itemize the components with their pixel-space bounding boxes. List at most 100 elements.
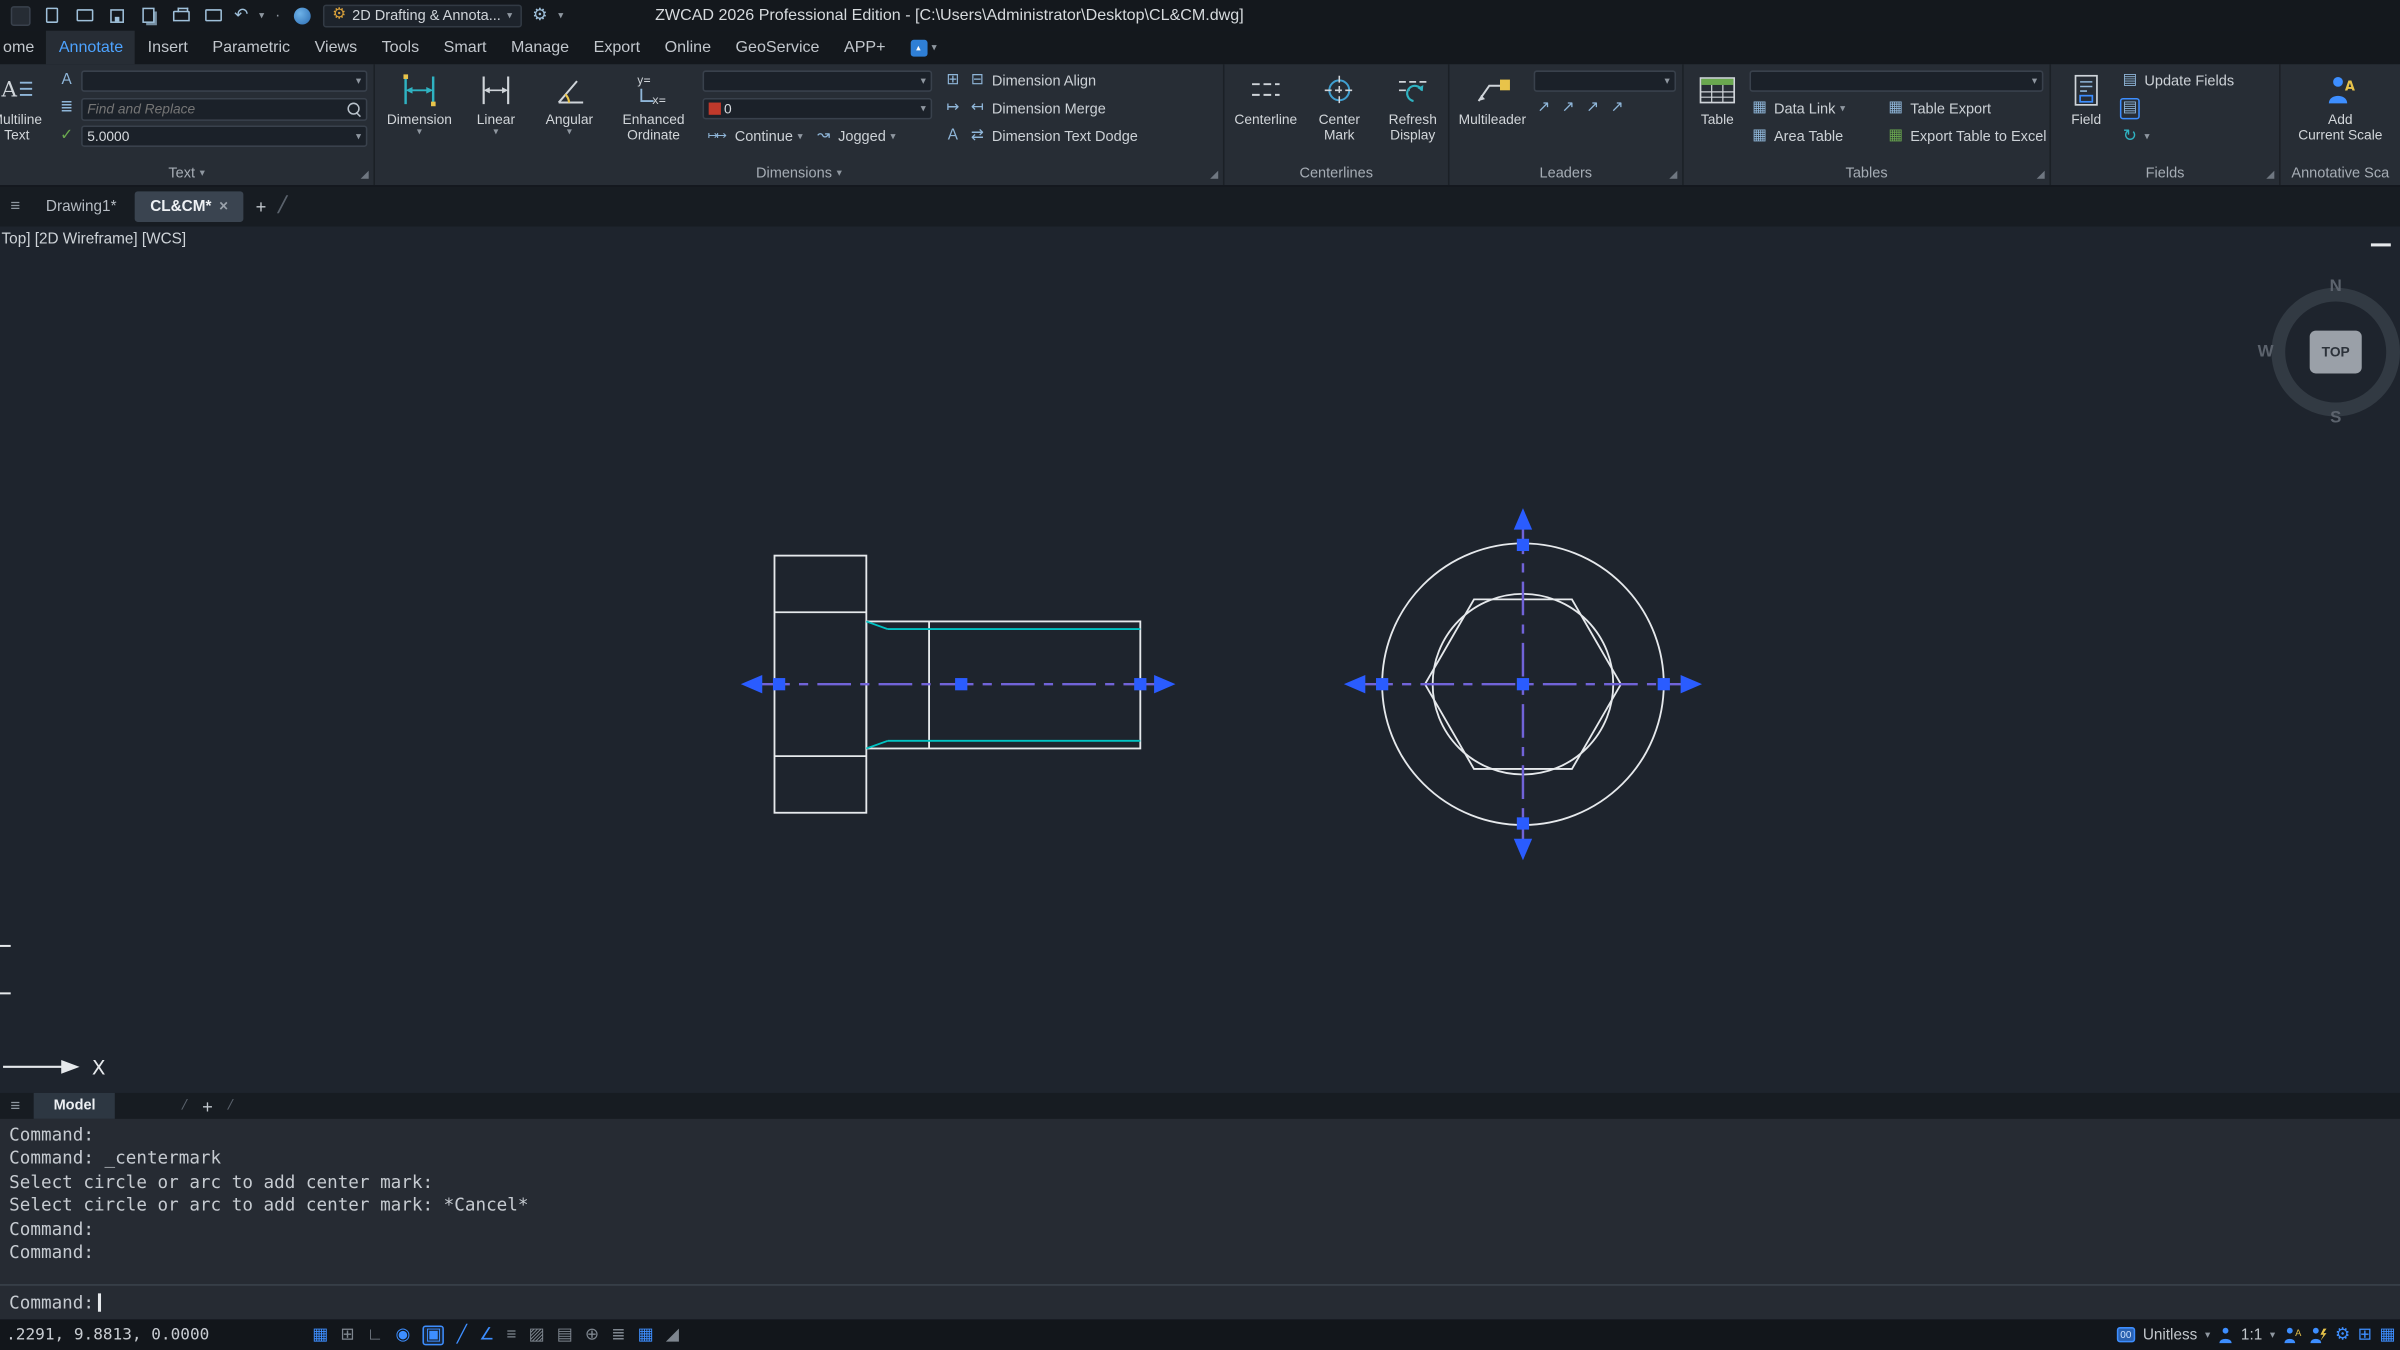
new-file-button[interactable]: [41, 5, 62, 26]
table-button[interactable]: Table: [1690, 67, 1745, 162]
dimension-text-dodge-button[interactable]: A ⇄ Dimension Text Dodge: [943, 124, 1217, 148]
new-layout-button[interactable]: +: [202, 1095, 213, 1116]
panel-launcher-icon[interactable]: ◢: [361, 170, 369, 181]
dimension-align-button[interactable]: ⊞ ⊟ Dimension Align: [943, 69, 1217, 93]
field-display-icon[interactable]: ▤: [2120, 98, 2140, 119]
annotation-monitor-icon[interactable]: ⊕: [585, 1326, 599, 1343]
centerlines-selected[interactable]: [756, 520, 1687, 848]
tab-tools[interactable]: Tools: [369, 31, 431, 65]
object-snap-tracking-icon[interactable]: ╱: [457, 1326, 467, 1343]
panel-label-fields[interactable]: Fields: [2051, 162, 2279, 185]
data-link-button[interactable]: ▦ Data Link ▾: [1749, 100, 1881, 117]
polar-tracking-icon[interactable]: ◉: [396, 1326, 411, 1343]
field-button[interactable]: Field: [2057, 67, 2115, 162]
collect-leaders-icon[interactable]: ↗: [1607, 101, 1627, 116]
multileader-button[interactable]: Multileader: [1456, 67, 1529, 162]
tab-export[interactable]: Export: [581, 31, 652, 65]
panel-launcher-icon[interactable]: ◢: [1210, 170, 1218, 181]
tab-smart[interactable]: Smart: [431, 31, 498, 65]
panel-label-centerlines[interactable]: Centerlines: [1224, 162, 1447, 185]
text-style-icon[interactable]: A: [57, 73, 77, 88]
jogged-label[interactable]: Jogged: [838, 128, 886, 145]
table-export-button[interactable]: ▦ Table Export: [1886, 100, 1991, 117]
find-replace-input[interactable]: [87, 101, 347, 116]
app-menu-button[interactable]: [9, 5, 30, 26]
status-settings-gear-icon[interactable]: ⚙: [2335, 1326, 2350, 1343]
multileader-style-combo[interactable]: ▾: [1534, 70, 1676, 91]
export-table-excel-button[interactable]: ▦ Export Table to Excel: [1886, 128, 2047, 145]
command-input-row[interactable]: Command:: [0, 1284, 2400, 1319]
command-window[interactable]: Command: Command: _centermark Select cir…: [0, 1119, 2400, 1320]
ucs-icon[interactable]: X: [0, 946, 105, 1080]
panel-label-annotative-scale[interactable]: Annotative Sca: [2281, 162, 2400, 185]
panel-label-tables[interactable]: Tables: [1684, 162, 2050, 185]
tab-parametric[interactable]: Parametric: [200, 31, 302, 65]
tab-app-plus[interactable]: APP+: [832, 31, 898, 65]
panel-label-dimensions[interactable]: Dimensions▾: [375, 162, 1223, 185]
layout-tab-menu-icon[interactable]: ≡: [3, 1097, 27, 1115]
search-icon[interactable]: [347, 102, 361, 116]
dynamic-input-icon[interactable]: ∠: [479, 1326, 494, 1343]
doc-tab-menu-icon[interactable]: ≡: [3, 197, 27, 215]
status-grid-screen-icon[interactable]: ▦: [2379, 1326, 2395, 1343]
refresh-fields-caret-icon[interactable]: ▾: [2144, 131, 2149, 142]
panel-launcher-icon[interactable]: ◢: [2037, 170, 2045, 181]
undo-icon[interactable]: ↶: [234, 7, 248, 24]
tab-online[interactable]: Online: [652, 31, 723, 65]
doc-tab-clcm[interactable]: CL&CM* ×: [135, 191, 243, 222]
continue-caret-icon[interactable]: ▾: [797, 131, 802, 142]
cloud-button[interactable]: [291, 5, 312, 26]
plot-preview-button[interactable]: [202, 5, 223, 26]
tab-annotate[interactable]: Annotate: [47, 31, 136, 65]
new-drawing-tab-button[interactable]: +: [256, 196, 267, 217]
text-height-combo[interactable]: 5.0000▾: [81, 126, 367, 147]
tab-geoservice[interactable]: GeoService: [723, 31, 831, 65]
settings-gear-icon[interactable]: ⚙: [532, 7, 547, 24]
multiline-text-button[interactable]: A MultilineText: [0, 67, 52, 162]
model-tab[interactable]: Model: [34, 1093, 116, 1119]
tab-views[interactable]: Views: [302, 31, 369, 65]
add-current-scale-button[interactable]: A AddCurrent Scale: [2291, 67, 2389, 162]
grid-display-icon[interactable]: ▦: [312, 1326, 328, 1343]
align-leaders-icon[interactable]: ↗: [1583, 101, 1603, 116]
doc-tab-drawing1[interactable]: Drawing1*: [31, 191, 132, 222]
view-cube-south[interactable]: S: [2330, 409, 2341, 427]
continue-label[interactable]: Continue: [735, 128, 793, 145]
spell-check-icon[interactable]: ✓: [57, 129, 77, 144]
text-style-combo[interactable]: ▾: [81, 70, 367, 91]
tab-manage[interactable]: Manage: [499, 31, 582, 65]
find-replace-box[interactable]: [81, 97, 367, 120]
annotation-scale-caret-icon[interactable]: ▾: [2270, 1329, 2275, 1340]
save-button[interactable]: [106, 5, 127, 26]
drawing-canvas[interactable]: Top] [2D Wireframe] [WCS]: [0, 227, 2400, 1093]
annotation-scale-label[interactable]: 1:1: [2241, 1326, 2262, 1343]
angular-button[interactable]: Angular ▾: [534, 67, 604, 162]
isolate-objects-icon[interactable]: ≣: [611, 1326, 625, 1343]
dimension-merge-button[interactable]: ↦ ↤ Dimension Merge: [943, 96, 1217, 120]
units-label[interactable]: Unitless: [2143, 1326, 2197, 1343]
close-tab-icon[interactable]: ×: [219, 198, 228, 215]
print-button[interactable]: [170, 5, 191, 26]
annotation-visibility-icon[interactable]: A: [2283, 1326, 2301, 1343]
view-cube-top-button[interactable]: TOP: [2310, 331, 2362, 374]
ribbon-display-caret-icon[interactable]: ▾: [931, 42, 936, 53]
center-mark-button[interactable]: CenterMark: [1306, 67, 1373, 162]
panel-launcher-icon[interactable]: ◢: [1669, 170, 1677, 181]
tab-home[interactable]: ome: [0, 31, 47, 65]
view-cube[interactable]: N S W E TOP: [2265, 282, 2400, 423]
transparency-icon[interactable]: ▨: [529, 1326, 545, 1343]
status-display-icon[interactable]: ⊞: [2358, 1326, 2372, 1343]
units-caret-icon[interactable]: ▾: [2205, 1329, 2210, 1340]
update-fields-button[interactable]: ▤ Update Fields: [2120, 69, 2234, 93]
settings-caret-icon[interactable]: ▾: [558, 10, 563, 21]
panel-launcher-icon[interactable]: ◢: [2266, 170, 2274, 181]
table-style-combo[interactable]: ▾: [1749, 70, 2043, 91]
model-paper-toggle-icon[interactable]: ▦: [638, 1326, 654, 1343]
jogged-caret-icon[interactable]: ▾: [890, 131, 895, 142]
workspace-switcher[interactable]: ⚙ 2D Drafting & Annota... ▾: [323, 4, 521, 27]
clean-screen-icon[interactable]: ◢: [666, 1326, 679, 1343]
dim-style-combo[interactable]: ▾: [703, 70, 933, 91]
snap-mode-icon[interactable]: ⊞: [340, 1326, 354, 1343]
undo-caret-icon[interactable]: ▾: [259, 10, 264, 21]
area-table-button[interactable]: ▦ Area Table: [1749, 128, 1881, 145]
